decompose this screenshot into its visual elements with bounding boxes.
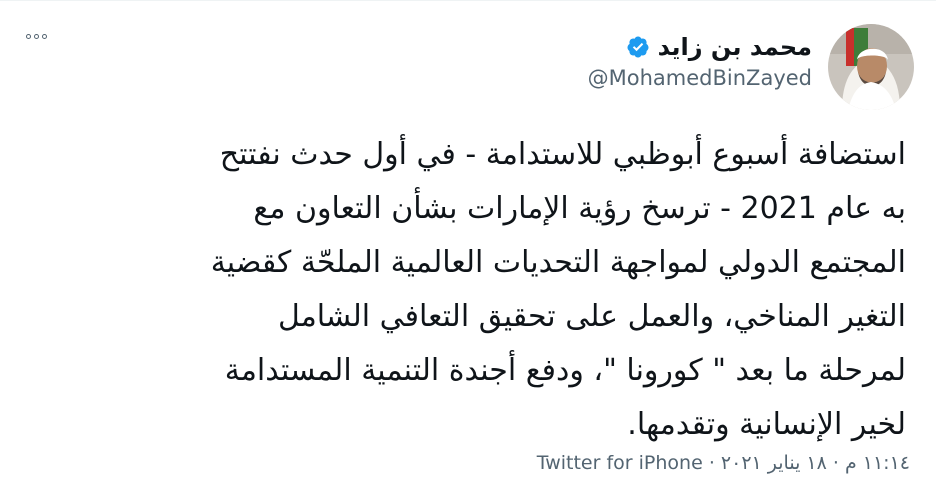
meta-separator: ·	[708, 452, 715, 474]
tweet-meta: Twitter for iPhone · ١١:١٤ م · ١٨ يناير …	[537, 452, 910, 474]
verified-badge-icon	[627, 36, 649, 58]
tweet-card: محمد بن زايد @MohamedBinZayed استضافة أس…	[0, 0, 936, 487]
more-dot	[42, 34, 47, 39]
display-name[interactable]: محمد بن زايد	[658, 33, 812, 61]
avatar-image	[828, 24, 914, 110]
name-row: محمد بن زايد	[588, 30, 812, 64]
user-info[interactable]: محمد بن زايد @MohamedBinZayed	[588, 30, 812, 90]
more-dot	[34, 34, 39, 39]
tweet-source[interactable]: Twitter for iPhone	[537, 452, 703, 474]
tweet-text: استضافة أسبوع أبوظبي للاستدامة - في أول …	[210, 137, 906, 442]
more-horizontal-icon	[26, 34, 31, 39]
tweet-timestamp[interactable]: ١١:١٤ م · ١٨ يناير ٢٠٢١	[721, 452, 910, 474]
user-handle[interactable]: @MohamedBinZayed	[588, 66, 812, 90]
divider	[0, 0, 936, 1]
avatar[interactable]	[828, 24, 914, 110]
more-options-button[interactable]	[26, 34, 47, 39]
